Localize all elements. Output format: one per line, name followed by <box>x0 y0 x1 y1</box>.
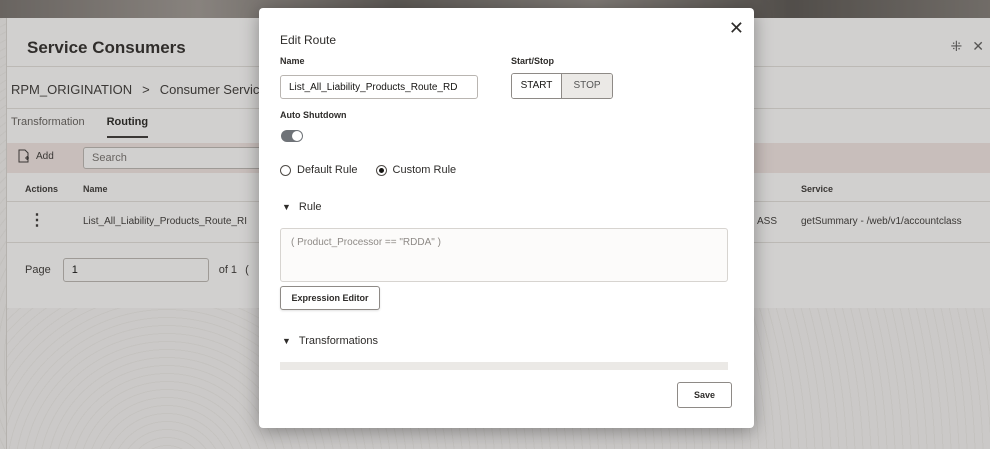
chevron-down-icon: ▼ <box>282 336 291 346</box>
start-stop-label: Start/Stop <box>511 56 555 66</box>
default-rule-radio[interactable]: Default Rule <box>280 164 358 176</box>
chevron-down-icon: ▼ <box>282 202 291 212</box>
radio-checked-icon <box>375 164 387 176</box>
rule-section-header[interactable]: ▼ Rule <box>282 201 322 213</box>
transformations-section-header[interactable]: ▼ Transformations <box>282 335 378 347</box>
rule-type-radio-group: Default Rule Custom Rule <box>280 164 456 176</box>
start-button[interactable]: START <box>512 74 562 98</box>
default-rule-label: Default Rule <box>297 164 358 176</box>
transformations-list-header <box>280 362 728 370</box>
close-icon[interactable]: ✕ <box>729 18 744 39</box>
custom-rule-radio[interactable]: Custom Rule <box>375 164 457 176</box>
save-button[interactable]: Save <box>677 382 732 408</box>
dialog-title: Edit Route <box>280 33 337 47</box>
stop-button[interactable]: STOP <box>562 74 612 98</box>
radio-unchecked-icon <box>280 164 291 176</box>
expression-editor-button[interactable]: Expression Editor <box>280 286 380 310</box>
custom-rule-label: Custom Rule <box>392 164 457 176</box>
rule-expression-box[interactable]: ( Product_Processor == "RDDA" ) <box>280 228 728 282</box>
edit-route-dialog: ✕ Edit Route Name Start/Stop START STOP … <box>259 8 754 428</box>
transformations-section-label: Transformations <box>298 335 378 347</box>
rule-expression-text: ( Product_Processor == "RDDA" ) <box>291 237 441 248</box>
start-stop-toggle: START STOP <box>511 73 613 99</box>
auto-shutdown-switch[interactable] <box>281 130 303 142</box>
auto-shutdown-label: Auto Shutdown <box>280 110 347 120</box>
name-label: Name <box>280 56 305 66</box>
rule-section-label: Rule <box>298 201 322 213</box>
route-name-field[interactable] <box>280 75 478 99</box>
